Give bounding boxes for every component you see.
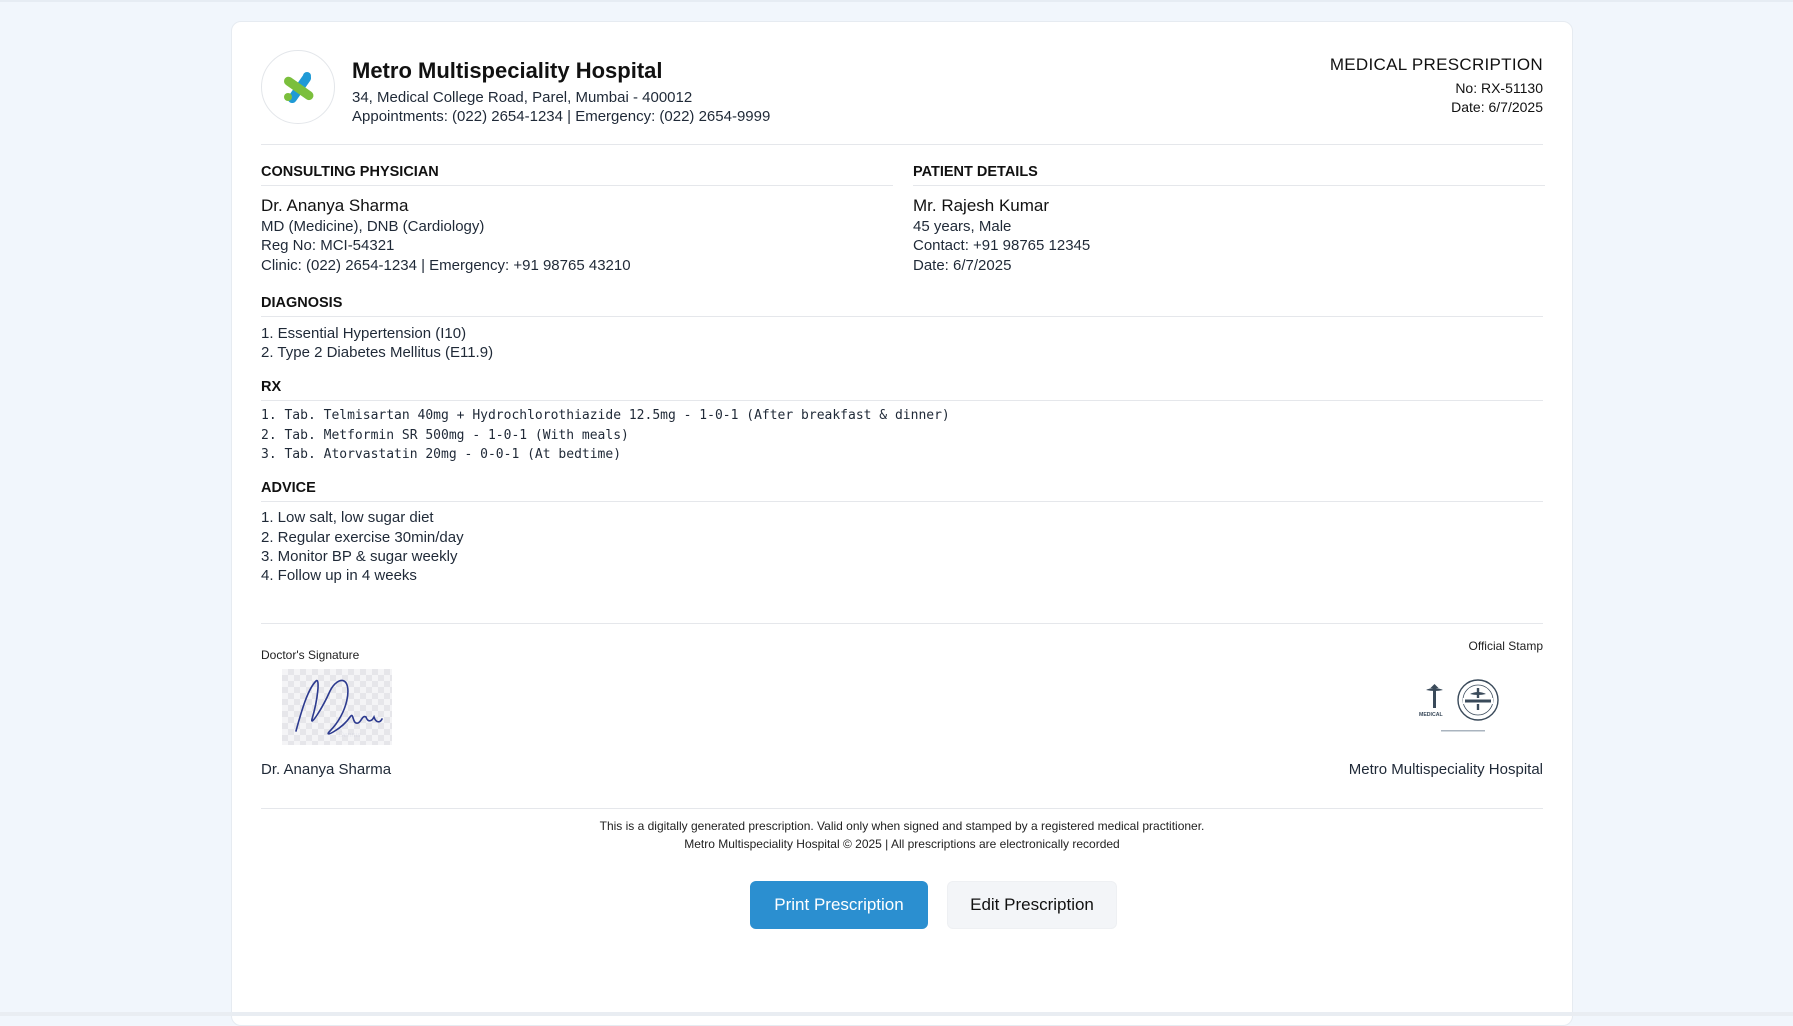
hospital-name: Metro Multispeciality Hospital [352, 58, 663, 83]
rx-heading: RX [261, 379, 1543, 401]
advice-item: 3. Monitor BP & sugar weekly [261, 548, 458, 565]
rx-item: 1. Tab. Telmisartan 40mg + Hydrochloroth… [261, 408, 950, 423]
hospital-contacts: Appointments: (022) 2654-1234 | Emergenc… [352, 108, 771, 125]
prescription-header: Metro Multispeciality Hospital 34, Medic… [261, 50, 1543, 145]
stamp-hospital: Metro Multispeciality Hospital [1348, 761, 1543, 778]
diagnosis-heading: DIAGNOSIS [261, 295, 1543, 317]
footer-divider [261, 808, 1543, 809]
signature-image: Dennis [282, 669, 392, 745]
rx-item: 2. Tab. Metformin SR 500mg - 1-0-1 (With… [261, 428, 629, 443]
physician-reg: Reg No: MCI-54321 [261, 237, 395, 254]
diagnosis-item: 1. Essential Hypertension (I10) [261, 325, 467, 342]
stamp-label: Official Stamp [1468, 639, 1543, 653]
medical-cross-icon [283, 72, 314, 104]
prescription-date: Date: 6/7/2025 [1451, 99, 1543, 115]
patient-heading: PATIENT DETAILS [913, 164, 1545, 186]
official-stamp: MEDICAL [1419, 679, 1499, 732]
advice-heading: ADVICE [261, 480, 1543, 502]
top-border [0, 0, 1793, 2]
diagnosis-item: 2. Type 2 Diabetes Mellitus (E11.9) [261, 344, 494, 361]
patient-date: Date: 6/7/2025 [913, 257, 1012, 274]
prescription-number: No: RX-51130 [1455, 80, 1543, 96]
section-divider [261, 623, 1543, 624]
hospital-logo [261, 50, 335, 124]
edit-prescription-button[interactable]: Edit Prescription [947, 881, 1117, 929]
advice-item: 4. Follow up in 4 weeks [261, 567, 417, 584]
hospital-address: 34, Medical College Road, Parel, Mumbai … [352, 89, 693, 106]
signature-label: Doctor's Signature [261, 648, 360, 662]
physician-contact: Clinic: (022) 2654-1234 | Emergency: +91… [261, 257, 631, 274]
bottom-scroll-edge [0, 1012, 1793, 1016]
physician-heading: CONSULTING PHYSICIAN [261, 164, 893, 186]
stamp-text: MEDICAL [1419, 712, 1443, 718]
prescription-title: MEDICAL PRESCRIPTION [1329, 55, 1543, 74]
print-prescription-button[interactable]: Print Prescription [750, 881, 928, 929]
signature-graphic: Dennis [295, 679, 383, 739]
footer-disclaimer: This is a digitally generated prescripti… [599, 819, 1205, 833]
patient-age-gender: 45 years, Male [913, 218, 1012, 235]
advice-item: 1. Low salt, low sugar diet [261, 509, 434, 526]
patient-name: Mr. Rajesh Kumar [913, 196, 1050, 215]
footer-copyright: Metro Multispeciality Hospital © 2025 | … [684, 837, 1120, 851]
signature-name: Dr. Ananya Sharma [261, 761, 392, 778]
prescription-card: Metro Multispeciality Hospital 34, Medic… [231, 21, 1573, 1026]
physician-name: Dr. Ananya Sharma [261, 196, 409, 215]
signature-text: Dennis [337, 730, 361, 739]
advice-item: 2. Regular exercise 30min/day [261, 529, 464, 546]
patient-contact: Contact: +91 98765 12345 [913, 237, 1091, 254]
physician-qualification: MD (Medicine), DNB (Cardiology) [261, 218, 485, 235]
rx-item: 3. Tab. Atorvastatin 20mg - 0-0-1 (At be… [261, 447, 622, 462]
